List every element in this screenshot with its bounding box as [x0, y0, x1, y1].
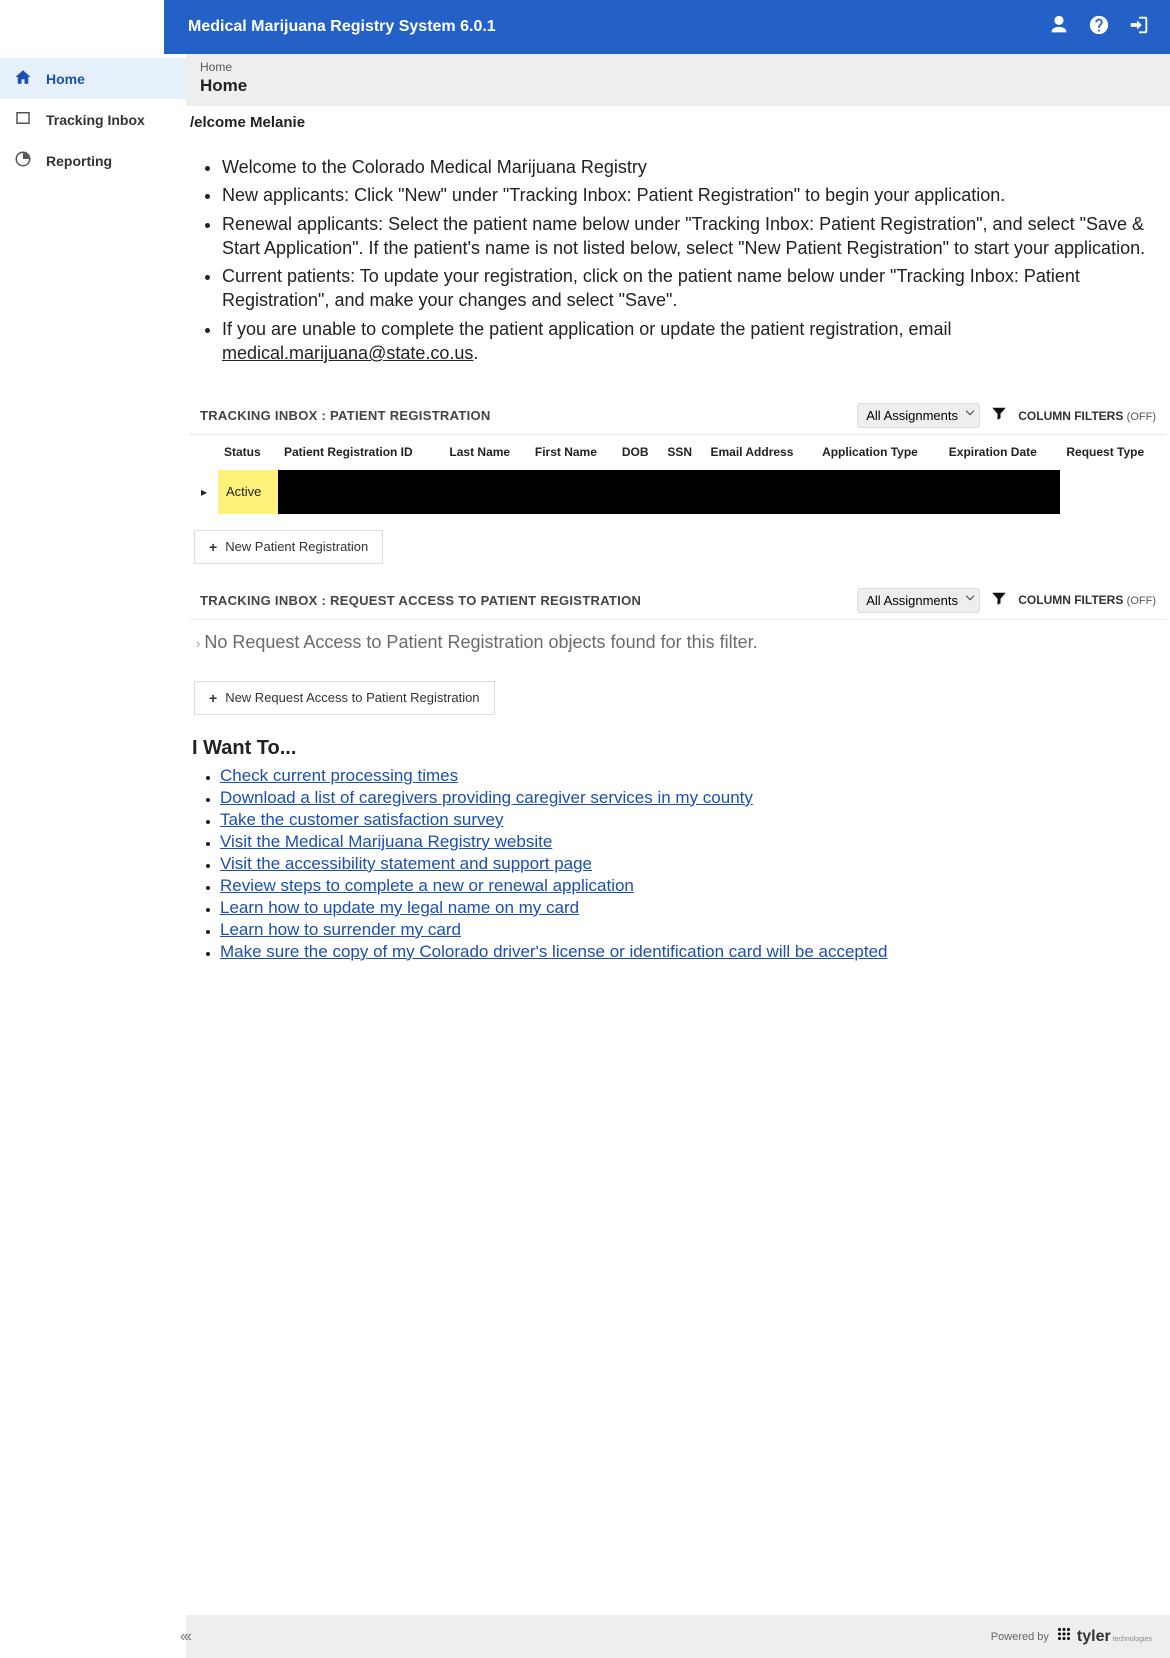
expand-row-icon[interactable]: ▸	[190, 470, 218, 514]
filter-icon[interactable]	[990, 589, 1008, 612]
intro-bullet: Welcome to the Colorado Medical Marijuan…	[222, 155, 1156, 179]
welcome-user: /elcome Melanie	[186, 106, 1170, 135]
app-title: Medical Marijuana Registry System 6.0.1	[188, 18, 1048, 36]
want-link[interactable]: Make sure the copy of my Colorado driver…	[220, 942, 888, 961]
inbox-title: TRACKING INBOX : PATIENT REGISTRATION	[200, 408, 847, 423]
list-item: Learn how to update my legal name on my …	[220, 898, 1166, 918]
col-expand	[190, 435, 218, 469]
col-req-type[interactable]: Request Type	[1060, 435, 1166, 469]
assignments-select[interactable]: All Assignments	[857, 403, 980, 428]
col-last-name[interactable]: Last Name	[443, 435, 528, 469]
col-email[interactable]: Email Address	[704, 435, 816, 469]
want-link[interactable]: Visit the accessibility statement and su…	[220, 854, 592, 873]
sidebar-item-home[interactable]: Home	[0, 58, 186, 99]
patient-registration-table: Status Patient Registration ID Last Name…	[190, 435, 1166, 513]
col-dob[interactable]: DOB	[616, 435, 661, 469]
plus-icon: +	[209, 539, 217, 555]
i-want-to-list: Check current processing times Download …	[190, 766, 1166, 962]
new-request-access-button[interactable]: + New Request Access to Patient Registra…	[194, 681, 495, 715]
account-icon[interactable]	[1048, 14, 1070, 41]
intro-bullet: Current patients: To update your registr…	[222, 264, 1156, 313]
want-link[interactable]: Visit the Medical Marijuana Registry web…	[220, 832, 552, 851]
list-item: Take the customer satisfaction survey	[220, 810, 1166, 830]
list-item: Make sure the copy of my Colorado driver…	[220, 942, 1166, 962]
sidebar-item-tracking-inbox[interactable]: Tracking Inbox	[0, 99, 186, 140]
status-cell: Active	[218, 470, 278, 514]
list-item: Download a list of caregivers providing …	[220, 788, 1166, 808]
no-results-message: ›No Request Access to Patient Registrati…	[190, 619, 1166, 665]
table-row[interactable]: ▸ Active	[190, 470, 1166, 514]
intro-bullets: Welcome to the Colorado Medical Marijuan…	[190, 145, 1166, 379]
list-item: Review steps to complete a new or renewa…	[220, 876, 1166, 896]
list-item: Visit the accessibility statement and su…	[220, 854, 1166, 874]
page-title: Home	[200, 76, 1156, 96]
want-link[interactable]: Review steps to complete a new or renewa…	[220, 876, 634, 895]
app-header: Medical Marijuana Registry System 6.0.1	[164, 0, 1170, 54]
redacted-cells	[278, 470, 1060, 514]
chevron-right-icon: ›	[196, 636, 200, 651]
want-link[interactable]: Take the customer satisfaction survey	[220, 810, 503, 829]
powered-by-label: Powered by	[991, 1631, 1049, 1643]
inbox-title: TRACKING INBOX : REQUEST ACCESS TO PATIE…	[200, 593, 847, 608]
collapse-sidebar-icon[interactable]: ‹‹‹	[180, 1628, 190, 1646]
want-link[interactable]: Check current processing times	[220, 766, 458, 785]
intro-bullet-email: If you are unable to complete the patien…	[222, 317, 1156, 366]
column-filters-toggle[interactable]: COLUMN FILTERS (OFF)	[1018, 409, 1156, 423]
inbox-request-access: TRACKING INBOX : REQUEST ACCESS TO PATIE…	[190, 582, 1166, 715]
sidebar-item-label: Home	[46, 71, 85, 87]
list-item: Check current processing times	[220, 766, 1166, 786]
col-exp-date[interactable]: Expiration Date	[943, 435, 1061, 469]
want-link[interactable]: Download a list of caregivers providing …	[220, 788, 753, 807]
col-app-type[interactable]: Application Type	[816, 435, 943, 469]
inbox-patient-registration: TRACKING INBOX : PATIENT REGISTRATION Al…	[190, 397, 1166, 563]
header-icons	[1048, 14, 1150, 41]
col-first-name[interactable]: First Name	[529, 435, 616, 469]
intro-bullet: New applicants: Click "New" under "Track…	[222, 183, 1156, 207]
reporting-icon	[14, 150, 32, 171]
sidebar-item-label: Tracking Inbox	[46, 112, 145, 128]
home-icon	[14, 68, 32, 89]
want-link[interactable]: Learn how to surrender my card	[220, 920, 461, 939]
col-patient-reg-id[interactable]: Patient Registration ID	[278, 435, 443, 469]
new-patient-registration-button[interactable]: + New Patient Registration	[194, 530, 383, 564]
list-item: Visit the Medical Marijuana Registry web…	[220, 832, 1166, 852]
intro-bullet: Renewal applicants: Select the patient n…	[222, 212, 1156, 261]
column-filters-toggle[interactable]: COLUMN FILTERS (OFF)	[1018, 593, 1156, 607]
tyler-dots-icon	[1055, 1625, 1073, 1648]
main-content: Home Home /elcome Melanie Welcome to the…	[186, 54, 1170, 1658]
support-email-link[interactable]: medical.marijuana@state.co.us	[222, 343, 473, 363]
i-want-to-heading: I Want To...	[192, 737, 1166, 760]
filter-icon[interactable]	[990, 404, 1008, 427]
sidebar: Home Tracking Inbox Reporting	[0, 54, 186, 1658]
col-status[interactable]: Status	[218, 435, 278, 469]
tyler-logo: tyler technologies	[1055, 1625, 1152, 1648]
want-link[interactable]: Learn how to update my legal name on my …	[220, 898, 579, 917]
request-type-cell	[1060, 470, 1166, 514]
breadcrumb-area: Home Home	[186, 54, 1170, 106]
help-icon[interactable]	[1088, 14, 1110, 41]
breadcrumb: Home	[200, 60, 1156, 74]
sidebar-item-reporting[interactable]: Reporting	[0, 140, 186, 181]
logout-icon[interactable]	[1128, 14, 1150, 41]
inbox-icon	[14, 109, 32, 130]
plus-icon: +	[209, 690, 217, 706]
sidebar-item-label: Reporting	[46, 153, 112, 169]
list-item: Learn how to surrender my card	[220, 920, 1166, 940]
assignments-select[interactable]: All Assignments	[857, 588, 980, 613]
col-ssn[interactable]: SSN	[661, 435, 704, 469]
footer: ‹‹‹ Powered by tyler technologies	[186, 1615, 1170, 1658]
